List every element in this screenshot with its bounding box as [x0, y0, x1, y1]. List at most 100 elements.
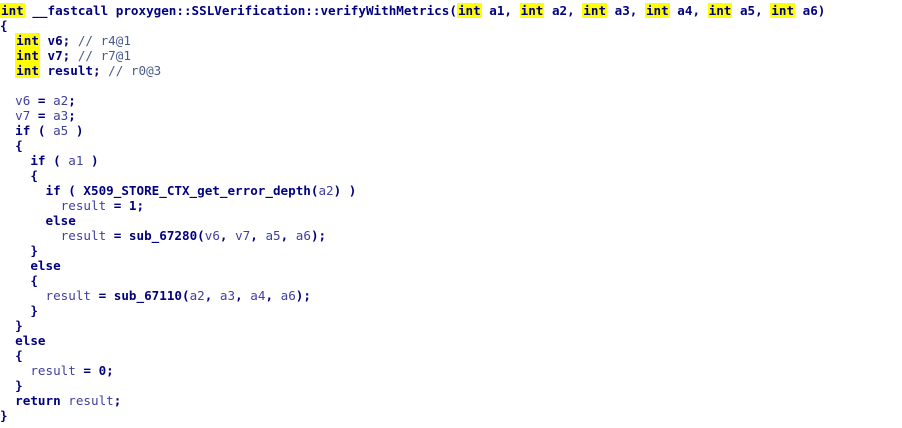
code-token[interactable]: ; [68, 108, 76, 123]
code-token[interactable]: } [30, 243, 38, 258]
code-token[interactable]: v7; [40, 48, 78, 63]
code-token[interactable]: ); [296, 288, 311, 303]
code-token[interactable]: ; [114, 393, 122, 408]
code-token[interactable]: { [30, 168, 38, 183]
code-token[interactable]: } [0, 408, 8, 423]
code-token[interactable]: else [46, 213, 76, 228]
code-variable[interactable]: a6 [296, 228, 311, 243]
code-token[interactable]: ) [68, 123, 84, 138]
code-line[interactable]: result = sub_67110(a2, a3, a4, a6); [0, 288, 902, 303]
code-token[interactable]: else [30, 258, 60, 273]
type-int[interactable]: int [707, 3, 733, 18]
code-variable[interactable]: a3 [53, 108, 68, 123]
code-token[interactable]: , [250, 228, 265, 243]
code-token[interactable]: a5, [732, 3, 770, 18]
code-line[interactable]: v7 = a3; [0, 108, 902, 123]
code-comment[interactable]: // r7@1 [78, 48, 131, 63]
code-token[interactable]: , [281, 228, 296, 243]
code-token[interactable]: { [15, 348, 23, 363]
code-token[interactable]: else [15, 333, 45, 348]
code-token[interactable]: a4, [670, 3, 708, 18]
code-token[interactable]: a3, [607, 3, 645, 18]
code-token[interactable]: if ( [30, 153, 68, 168]
code-variable[interactable]: result [30, 363, 76, 378]
code-line[interactable]: else [0, 258, 902, 273]
type-int[interactable]: int [0, 3, 25, 18]
code-token[interactable]: __fastcall proxygen::SSLVerification::ve… [25, 3, 457, 18]
type-int[interactable]: int [644, 3, 670, 18]
code-token[interactable]: , [205, 288, 220, 303]
code-token[interactable]: { [15, 138, 23, 153]
code-line[interactable]: { [0, 18, 902, 33]
code-variable[interactable]: a2 [53, 93, 68, 108]
code-variable[interactable]: a1 [68, 153, 83, 168]
code-token[interactable]: } [15, 378, 23, 393]
code-token[interactable]: , [220, 228, 235, 243]
code-token[interactable]: = sub_67110( [91, 288, 190, 303]
code-token[interactable]: } [15, 318, 23, 333]
code-variable[interactable]: a2 [318, 183, 333, 198]
code-token[interactable]: = [30, 93, 53, 108]
code-token[interactable]: { [30, 273, 38, 288]
code-line[interactable]: result = 0; [0, 363, 902, 378]
code-line[interactable]: int __fastcall proxygen::SSLVerification… [0, 3, 902, 18]
type-int[interactable]: int [770, 3, 796, 18]
code-variable[interactable]: a6 [281, 288, 296, 303]
code-variable[interactable]: v6 [15, 93, 30, 108]
code-line[interactable]: } [0, 243, 902, 258]
type-int[interactable]: int [15, 48, 40, 63]
code-line[interactable]: { [0, 138, 902, 153]
code-line[interactable]: if ( X509_STORE_CTX_get_error_depth(a2) … [0, 183, 902, 198]
code-line[interactable] [0, 78, 902, 93]
type-int[interactable]: int [582, 3, 608, 18]
code-line[interactable]: } [0, 408, 902, 423]
code-token[interactable]: , [235, 288, 250, 303]
code-line[interactable]: v6 = a2; [0, 93, 902, 108]
code-variable[interactable]: a5 [265, 228, 280, 243]
code-variable[interactable]: v6 [205, 228, 220, 243]
code-line[interactable]: else [0, 333, 902, 348]
code-variable[interactable]: result [46, 288, 92, 303]
code-token[interactable]: ; [68, 93, 76, 108]
code-token[interactable]: a1, [482, 3, 520, 18]
code-line[interactable]: int result; // r0@3 [0, 63, 902, 78]
code-variable[interactable]: a2 [190, 288, 205, 303]
code-line[interactable]: int v7; // r7@1 [0, 48, 902, 63]
code-token[interactable]: ) ) [334, 183, 357, 198]
code-token[interactable]: if ( X509_STORE_CTX_get_error_depth( [46, 183, 319, 198]
code-line[interactable]: result = sub_67280(v6, v7, a5, a6); [0, 228, 902, 243]
code-line[interactable]: } [0, 318, 902, 333]
code-comment[interactable]: // r4@1 [78, 33, 131, 48]
pseudocode-view[interactable]: int __fastcall proxygen::SSLVerification… [0, 3, 902, 423]
code-line[interactable]: if ( a5 ) [0, 123, 902, 138]
code-line[interactable]: if ( a1 ) [0, 153, 902, 168]
code-token[interactable]: result; [40, 63, 108, 78]
code-line[interactable]: result = 1; [0, 198, 902, 213]
code-line[interactable]: } [0, 378, 902, 393]
code-token[interactable]: } [30, 303, 38, 318]
code-line[interactable]: return result; [0, 393, 902, 408]
code-token[interactable]: = sub_67280( [106, 228, 205, 243]
code-variable[interactable]: result [61, 228, 107, 243]
code-token[interactable]: if ( [15, 123, 53, 138]
code-token[interactable]: return [15, 393, 68, 408]
code-token[interactable]: a2, [544, 3, 582, 18]
code-line[interactable]: } [0, 303, 902, 318]
code-line[interactable]: else [0, 213, 902, 228]
code-token[interactable]: = 1; [106, 198, 144, 213]
code-token[interactable]: = [30, 108, 53, 123]
code-token[interactable]: , [265, 288, 280, 303]
code-line[interactable]: { [0, 168, 902, 183]
code-variable[interactable]: result [68, 393, 114, 408]
code-variable[interactable]: a5 [53, 123, 68, 138]
type-int[interactable]: int [15, 33, 40, 48]
code-token[interactable]: v6; [40, 33, 78, 48]
code-line[interactable]: { [0, 273, 902, 288]
code-token[interactable]: { [0, 18, 8, 33]
code-variable[interactable]: result [61, 198, 107, 213]
code-line[interactable]: int v6; // r4@1 [0, 33, 902, 48]
code-variable[interactable]: a3 [220, 288, 235, 303]
code-token[interactable]: ); [311, 228, 326, 243]
code-variable[interactable]: a4 [250, 288, 265, 303]
type-int[interactable]: int [456, 3, 482, 18]
